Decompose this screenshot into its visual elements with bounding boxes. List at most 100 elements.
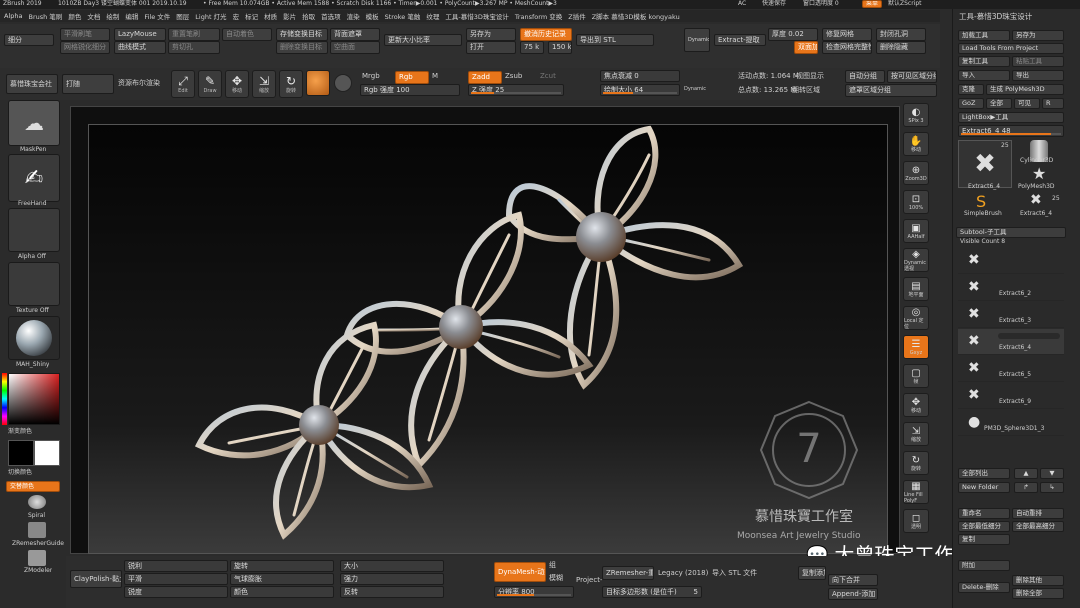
export-button[interactable]: 导出: [1012, 70, 1064, 81]
transparency-slider[interactable]: 窗口透明度 0: [803, 0, 839, 9]
backface-mask-button[interactable]: 背面遮罩: [330, 28, 380, 41]
list-all-button[interactable]: 全部列出: [958, 468, 1010, 479]
lightbox-tools-button[interactable]: LightBox▶工具: [958, 112, 1064, 123]
menu-item[interactable]: 纹理: [426, 11, 439, 21]
brush-setting-slider[interactable]: 反转: [340, 586, 444, 598]
z-intensity-slider[interactable]: Z 强度 25: [468, 84, 564, 96]
claypolish-button[interactable]: ClayPolish-黏土: [70, 570, 122, 588]
extract-button[interactable]: Extract-提取: [714, 34, 766, 46]
menu-item[interactable]: Brush 笔刷: [28, 11, 62, 21]
tool-panel-header[interactable]: 工具-慕惜3D珠宝设计: [959, 12, 1032, 22]
import-button[interactable]: 导入: [958, 70, 1010, 81]
zremesher-guide-icon[interactable]: [28, 522, 46, 538]
menu-item[interactable]: Z插件: [568, 11, 585, 21]
cut-hole-button[interactable]: 剪切孔: [168, 41, 220, 54]
zadd-toggle[interactable]: Zadd: [468, 71, 502, 84]
curve-mode-button[interactable]: 曲线模式: [114, 41, 166, 54]
material-thumb[interactable]: [8, 316, 60, 360]
menu-item[interactable]: 影片: [283, 11, 296, 21]
delete-button[interactable]: Delete-删除: [958, 582, 1010, 593]
brush-setting-slider[interactable]: 旋转: [230, 560, 334, 572]
spiral-icon[interactable]: [28, 495, 46, 509]
subtool-toggles[interactable]: [998, 414, 1060, 420]
subdivide-button[interactable]: 细分: [4, 34, 54, 46]
dynamic-button[interactable]: Dynamic: [684, 28, 710, 52]
menu-item[interactable]: Stroke 笔触: [385, 11, 421, 21]
subtool-row[interactable]: ✖ Extract6_4: [958, 329, 1064, 355]
menu-item[interactable]: 材质: [264, 11, 277, 21]
document-canvas[interactable]: 7 慕惜珠寶工作室 Moonsea Art Jewelry Studio: [88, 124, 888, 554]
viewport-tool-button[interactable]: ↻ 旋转: [903, 451, 929, 475]
zmodeler-icon[interactable]: [28, 550, 46, 566]
current-tool-slider[interactable]: Extract6_4 48: [958, 125, 1064, 137]
lazymouse-button[interactable]: LazyMouse: [114, 28, 166, 41]
default-zscript[interactable]: 默认ZScript: [888, 0, 922, 9]
texture-thumb[interactable]: [8, 262, 60, 306]
rgb-toggle[interactable]: Rgb: [395, 71, 429, 84]
menu-item[interactable]: Transform 变换: [515, 11, 562, 21]
rgb-intensity-slider[interactable]: Rgb 强度 100: [360, 84, 460, 96]
merge-down-button[interactable]: 向下合并: [828, 574, 878, 586]
material-sphere-icon[interactable]: [306, 70, 330, 96]
freehand-stroke-thumb[interactable]: ✍: [8, 154, 60, 202]
focal-shift-slider[interactable]: 焦点衰减 0: [600, 70, 680, 82]
subtool-row[interactable]: ✖: [958, 248, 1064, 274]
fix-mesh-button[interactable]: 修复网格: [822, 28, 872, 41]
viewport-tool-button[interactable]: ◻ 透明: [903, 509, 929, 533]
arrow-right-button[interactable]: ↱: [1014, 482, 1038, 493]
menu-item[interactable]: 图层: [176, 11, 189, 21]
delete-others-button[interactable]: 删除其他: [1012, 575, 1064, 586]
viewport-tool-button[interactable]: ☰ Gxyz: [903, 335, 929, 359]
menu-item[interactable]: 宏: [233, 11, 240, 21]
close-holes-button[interactable]: 封闭孔洞: [876, 28, 926, 41]
brush-setting-slider[interactable]: 锐度: [124, 586, 228, 598]
rename-button[interactable]: 重命名: [958, 508, 1010, 519]
dynamesh-button[interactable]: DynaMesh-动态: [494, 562, 546, 582]
load-tool-button[interactable]: 加载工具: [958, 30, 1010, 41]
viewport-tool-button[interactable]: ⇲ 缩放: [903, 422, 929, 446]
subtool-row[interactable]: ✖ Extract6_3: [958, 302, 1064, 328]
viewport-tool-button[interactable]: ▢ 帧: [903, 364, 929, 388]
random-button[interactable]: 打随: [62, 74, 114, 94]
smooth-brush-button[interactable]: 平滑刷笔: [60, 28, 110, 41]
delete-hidden-button[interactable]: 删除隐藏: [876, 41, 926, 54]
menu-item[interactable]: Alpha: [4, 12, 22, 20]
viewport-tool-button[interactable]: ◐ SPix 3: [903, 103, 929, 127]
polymesh-star-icon[interactable]: ★: [1032, 164, 1046, 183]
goz-r-button[interactable]: R: [1042, 98, 1064, 109]
project-label[interactable]: Project-: [576, 575, 602, 585]
delete-all-button[interactable]: 删除全部: [1012, 588, 1064, 599]
menu-button[interactable]: 菜单: [862, 0, 883, 8]
check-mesh-button[interactable]: 检查网格完整性: [822, 41, 872, 54]
subtool-row[interactable]: ✖ Extract6_9: [958, 383, 1064, 409]
zremesher-button[interactable]: ZRemesher-重: [602, 566, 654, 580]
export-stl-button[interactable]: 导出到 STL: [576, 34, 654, 46]
viewport-tool-button[interactable]: ⊡ 100%: [903, 190, 929, 214]
color-picker[interactable]: [8, 373, 60, 425]
undo-history-button[interactable]: 撤消历史记录: [520, 28, 572, 41]
move-down-button[interactable]: ▼: [1040, 468, 1064, 479]
150k-button[interactable]: 150 k: [548, 41, 572, 54]
goz-button[interactable]: GoZ: [958, 98, 984, 109]
goz-visible-button[interactable]: 可见: [1014, 98, 1040, 109]
menu-item[interactable]: 标记: [245, 11, 258, 21]
menu-item[interactable]: 模板: [366, 11, 379, 21]
quick-render-label[interactable]: 视图显示: [796, 71, 824, 81]
menu-item[interactable]: 文档: [87, 11, 100, 21]
hue-bar[interactable]: [2, 373, 7, 425]
edit-mode-button[interactable]: ⤢ Edit: [171, 70, 195, 98]
menu-item[interactable]: 首选项: [321, 11, 341, 21]
append-add-button[interactable]: Append-添加: [828, 588, 878, 600]
subtool-toggles[interactable]: [998, 306, 1060, 312]
append-button[interactable]: 附加: [958, 560, 1010, 571]
menu-item[interactable]: Z脚本 慕惜3D模板 kongyaku: [592, 11, 680, 21]
m-toggle[interactable]: M: [432, 71, 438, 81]
auto-group-button[interactable]: 自动分组: [845, 70, 885, 83]
alpha-thumb[interactable]: [8, 208, 60, 252]
subtool-toggles[interactable]: [998, 333, 1060, 339]
update-ratio-button[interactable]: 更新大小比率: [384, 34, 462, 46]
brush-setting-slider[interactable]: 锐利: [124, 560, 228, 572]
import-stl-label[interactable]: 导入 STL 文件: [712, 568, 757, 578]
zsub-toggle[interactable]: Zsub: [505, 71, 522, 81]
viewport-tool-button[interactable]: ▤ 地平面: [903, 277, 929, 301]
